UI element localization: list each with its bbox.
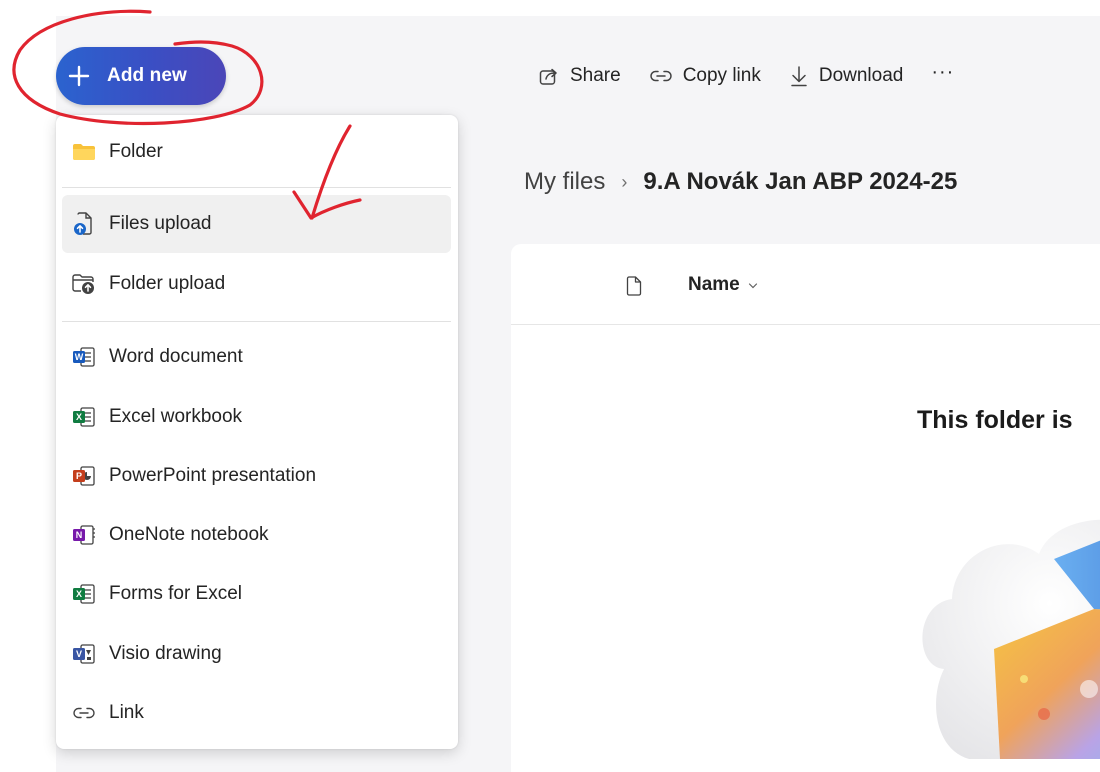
share-button[interactable]: Share — [538, 65, 621, 87]
menu-item-forms-for-excel[interactable]: X Forms for Excel — [62, 565, 451, 623]
powerpoint-icon: P — [71, 464, 97, 488]
download-icon — [791, 66, 807, 87]
empty-folder-title: This folder is — [917, 406, 1073, 434]
svg-text:X: X — [76, 589, 82, 599]
add-new-menu: Folder Files upload Folder upload W Word… — [56, 115, 458, 749]
breadcrumb-my-files[interactable]: My files — [524, 168, 605, 196]
menu-item-word-document[interactable]: W Word document — [62, 328, 451, 386]
breadcrumb: My files › 9.A Novák Jan ABP 2024-25 — [524, 168, 957, 196]
menu-divider — [62, 321, 451, 322]
download-button[interactable]: Download — [789, 64, 904, 88]
excel-icon: X — [71, 405, 97, 429]
menu-item-label: Folder — [109, 141, 163, 162]
menu-item-label: Visio drawing — [109, 643, 222, 664]
copy-link-label: Copy link — [682, 65, 761, 86]
svg-text:V: V — [76, 649, 82, 659]
onenote-icon: N — [71, 523, 97, 547]
svg-text:X: X — [76, 412, 82, 422]
word-icon: W — [71, 345, 97, 369]
menu-item-files-upload[interactable]: Files upload — [62, 195, 451, 253]
more-options-button[interactable]: ··· — [931, 61, 954, 84]
menu-item-label: Word document — [109, 346, 243, 367]
menu-item-excel-workbook[interactable]: X Excel workbook — [62, 388, 451, 446]
download-label: Download — [818, 65, 904, 86]
chevron-down-icon — [748, 283, 757, 289]
onedrive-window: Add new Share Copy link Download ··· My … — [0, 0, 1100, 772]
menu-item-label: Folder upload — [109, 273, 226, 294]
empty-folder-illustration — [914, 499, 1100, 764]
files-list-header: Name — [511, 244, 1100, 325]
menu-item-label: Forms for Excel — [109, 583, 243, 604]
menu-item-folder-upload[interactable]: Folder upload — [62, 255, 451, 313]
name-column-header[interactable]: Name — [688, 274, 758, 296]
menu-item-label: Link — [109, 702, 144, 723]
file-type-icon — [626, 276, 642, 301]
add-new-label: Add new — [107, 65, 187, 86]
menu-item-label: OneNote notebook — [109, 524, 269, 545]
menu-item-label: Files upload — [109, 213, 212, 234]
add-new-button[interactable]: Add new — [56, 47, 226, 105]
link-icon — [649, 70, 672, 82]
breadcrumb-separator: › — [621, 171, 628, 192]
files-list-panel: Name This folder is — [511, 244, 1100, 772]
svg-text:N: N — [76, 530, 83, 540]
menu-item-visio-drawing[interactable]: V Visio drawing — [62, 625, 451, 683]
menu-item-label: Excel workbook — [109, 406, 243, 427]
menu-divider — [62, 187, 451, 188]
folder-upload-icon — [71, 272, 97, 296]
file-upload-icon — [71, 212, 97, 236]
share-icon — [539, 68, 557, 85]
breadcrumb-current-folder: 9.A Novák Jan ABP 2024-25 — [643, 168, 958, 195]
command-bar: Share Copy link Download ··· — [538, 58, 954, 94]
forms-excel-icon: X — [71, 582, 97, 606]
svg-text:W: W — [75, 352, 84, 362]
copy-link-button[interactable]: Copy link — [649, 65, 761, 87]
menu-item-folder[interactable]: Folder — [62, 123, 451, 181]
menu-item-powerpoint-presentation[interactable]: P PowerPoint presentation — [62, 447, 451, 505]
share-label: Share — [570, 65, 621, 86]
menu-item-link[interactable]: Link — [62, 684, 451, 742]
plus-icon — [66, 63, 92, 89]
folder-icon — [71, 140, 97, 164]
name-column-label: Name — [688, 274, 740, 295]
menu-item-label: PowerPoint presentation — [109, 465, 317, 486]
link-icon — [71, 701, 97, 725]
visio-icon: V — [71, 642, 97, 666]
menu-item-onenote-notebook[interactable]: N OneNote notebook — [62, 506, 451, 564]
svg-text:P: P — [76, 471, 82, 481]
